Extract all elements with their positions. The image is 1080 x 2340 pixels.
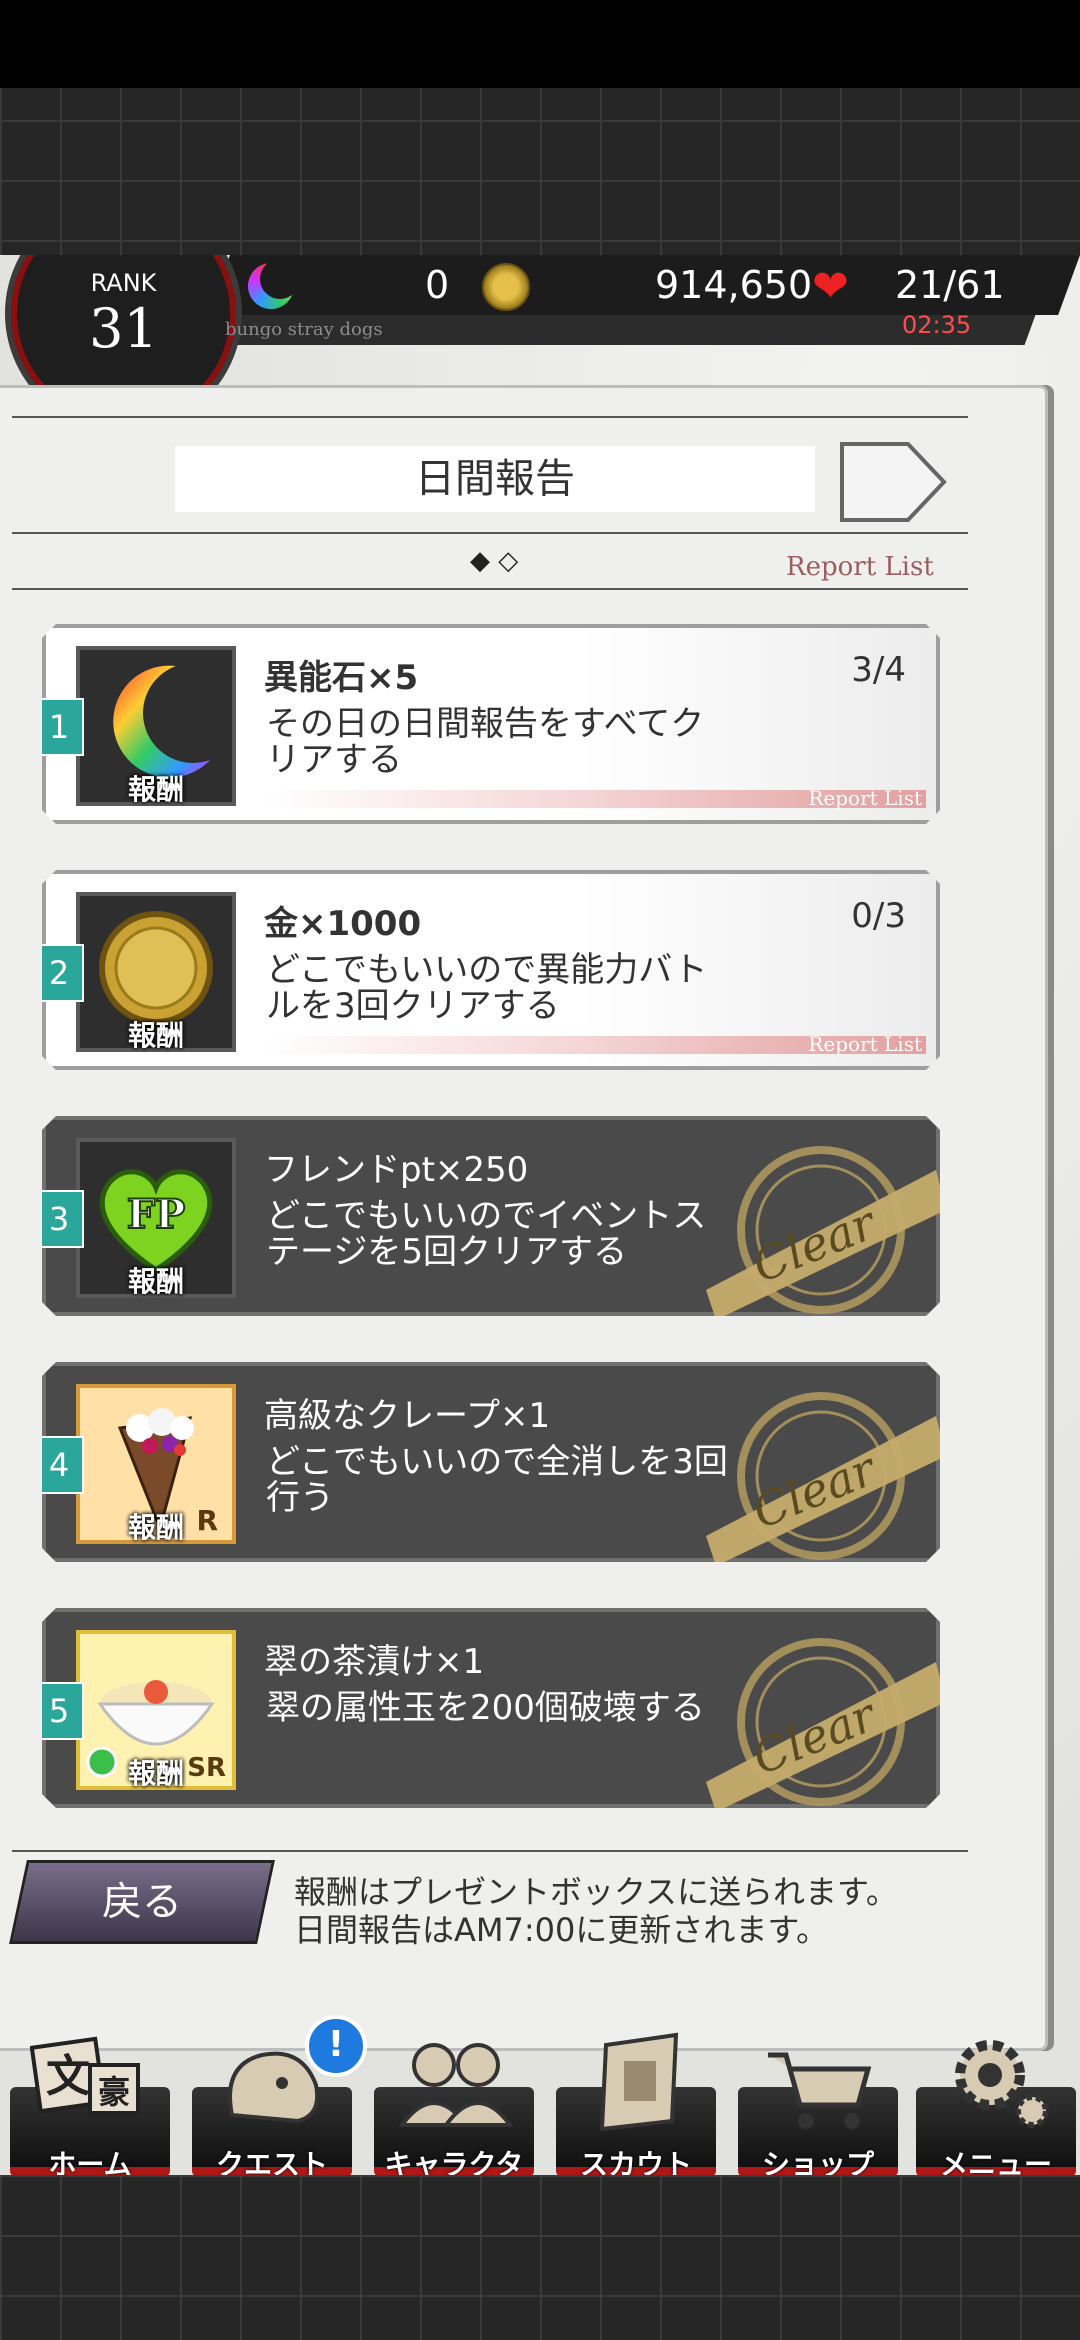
nav-menu[interactable]: メニュー [916, 2025, 1076, 2175]
stamina-timer: 02:35 [902, 311, 972, 339]
mission-number: 5 [34, 1682, 84, 1740]
mission-card-cleared[interactable]: R 報酬 4 高級なクレープ×1 どこでもいいので全消しを3回行う Clear [42, 1362, 940, 1562]
page-title: 日間報告 [175, 446, 815, 512]
reward-frame: FP 報酬 [76, 1138, 236, 1298]
mission-description: どこでもいいので異能力バトルを3回クリアする [266, 952, 708, 1024]
header-subtitle: bungo stray dogs [225, 319, 383, 340]
mission-progress: 3/4 [851, 650, 906, 690]
ability-stone-icon [248, 259, 300, 309]
mission-description: どこでもいいので全消しを3回行う [266, 1444, 728, 1516]
stripe-label: Report List [808, 1032, 922, 1056]
mission-title: 金×1000 [264, 904, 422, 944]
gold-coin-icon [482, 263, 530, 311]
reward-label: 報酬 [127, 1757, 184, 1790]
divider [12, 416, 968, 418]
top-letterbox [0, 0, 1080, 260]
nav-scout[interactable]: スカウト [556, 2025, 716, 2175]
daily-report-panel: 日間報告 ◆ ◇ Report List Report List 報酬 1 異能… [0, 385, 1048, 2051]
mission-title: フレンドpt×250 [264, 1150, 529, 1190]
mission-number: 1 [34, 698, 84, 756]
clear-achievement-stamp: Clear [696, 1376, 946, 1566]
reward-label: 報酬 [127, 1265, 184, 1298]
clear-achievement-stamp: Clear [696, 1622, 946, 1812]
reward-frame: R 報酬 [76, 1384, 236, 1544]
stamina-count: 21/61 [895, 263, 1005, 307]
nav-menu-label: メニュー [939, 2148, 1052, 2175]
back-button[interactable]: 戻る [9, 1860, 275, 1944]
svg-text:FP: FP [127, 1191, 185, 1238]
rank-value: 31 [89, 297, 158, 360]
reward-frame: 報酬 [76, 892, 236, 1052]
mission-card[interactable]: Report List 報酬 2 金×1000 0/3 どこでもいいので異能力バ… [42, 870, 940, 1070]
divider [12, 588, 968, 590]
nav-character-label: キャラクター [384, 2148, 524, 2175]
quest-alert-badge: ! [305, 2015, 367, 2077]
divider [12, 532, 968, 534]
mission-progress: 0/3 [851, 896, 906, 936]
mission-description: どこでもいいのでイベントステージを5回クリアする [266, 1198, 707, 1270]
reward-label: 報酬 [127, 1511, 184, 1544]
reward-frame: 報酬 [76, 646, 236, 806]
nav-home-label: ホーム [48, 2148, 132, 2175]
rank-label: RANK [90, 269, 157, 297]
nav-scout-label: スカウト [579, 2148, 692, 2175]
gold-count: 914,650 [655, 263, 813, 307]
nav-quest-label: クエスト [215, 2148, 328, 2175]
bottom-letterbox [0, 2175, 1080, 2340]
reward-label: 報酬 [127, 1019, 184, 1052]
bungo-logo-icon: 文 豪 [30, 2036, 140, 2115]
mission-card-cleared[interactable]: FP 報酬 3 フレンドpt×250 どこでもいいのでイベントステージを5回クリ… [42, 1116, 940, 1316]
book-icon [599, 2032, 679, 2132]
mission-title: 高級なクレープ×1 [264, 1396, 551, 1436]
mission-number: 2 [34, 944, 84, 1002]
stamina-heart-icon: ❤ [812, 261, 849, 312]
mission-title: 翠の茶漬け×1 [264, 1642, 485, 1682]
mission-description: 翠の属性玉を200個破壊する [266, 1690, 705, 1726]
reward-label: 報酬 [127, 773, 184, 806]
nav-shop[interactable]: ショップ [738, 2025, 898, 2175]
note-line-2: 日間報告はAM7:00に更新されます。 [294, 1911, 829, 1949]
nav-shop-label: ショップ [761, 2148, 874, 2175]
clear-achievement-stamp: Clear [696, 1130, 946, 1320]
mission-description: その日の日間報告をすべてクリアする [266, 706, 705, 778]
stripe-label: Report List [808, 786, 922, 810]
next-page-arrow-icon[interactable] [838, 440, 948, 524]
divider [12, 1850, 968, 1852]
mission-title: 異能石×5 [264, 658, 419, 698]
shopping-cart-icon [768, 2052, 872, 2129]
mission-number: 4 [34, 1436, 84, 1494]
nav-character[interactable]: キャラクター [374, 2025, 534, 2175]
game-screen: RANK 31 0 914,650 ❤ 21/61 02:35 bungo st… [0, 255, 1080, 2175]
mission-number: 3 [34, 1190, 84, 1248]
nav-home[interactable]: 文 豪 ホーム [10, 2025, 170, 2175]
gear-icon [955, 2040, 1049, 2128]
mission-card-cleared[interactable]: SR 報酬 5 翠の茶漬け×1 翠の属性玉を200個破壊する Clear [42, 1608, 940, 1808]
page-indicator: ◆ ◇ [470, 546, 519, 576]
characters-icon [398, 2043, 514, 2127]
back-button-label: 戻る [102, 1879, 182, 1925]
reward-frame: SR 報酬 [76, 1630, 236, 1790]
mission-card[interactable]: Report List 報酬 1 異能石×5 3/4 その日の日間報告をすべてク… [42, 624, 940, 824]
home-logo-char: 豪 [98, 2073, 130, 2111]
report-list-link[interactable]: Report List [786, 552, 934, 582]
stone-count: 0 [425, 263, 450, 307]
home-logo-char: 文 [46, 2051, 90, 2102]
